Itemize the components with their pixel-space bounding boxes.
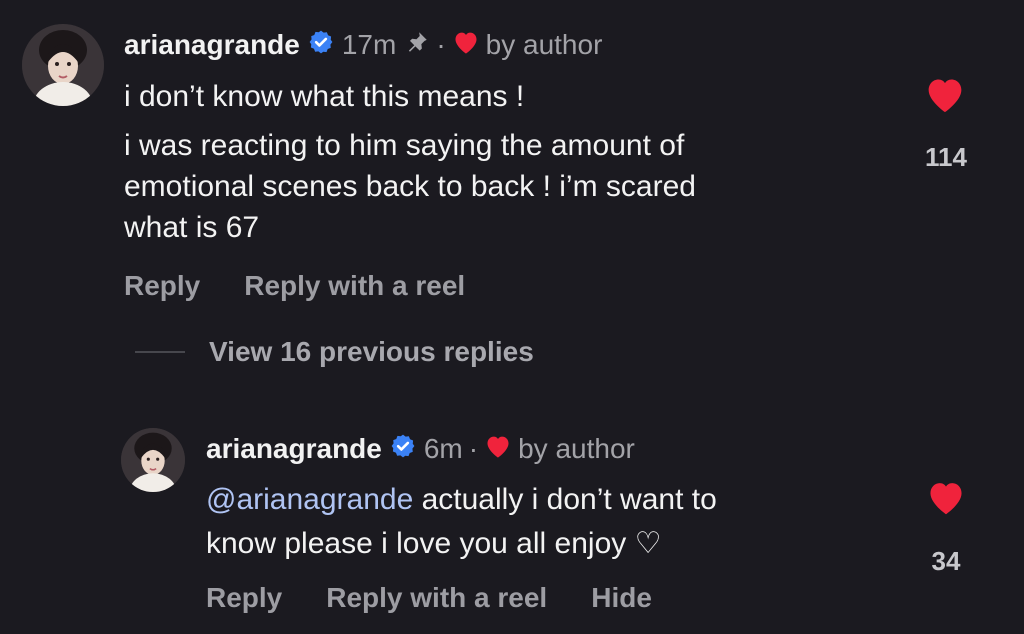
like-count: 34	[931, 546, 961, 576]
comment-actions: Reply Reply with a reel	[124, 270, 465, 302]
comment-body: i don’t know what this means ! i was rea…	[124, 76, 696, 248]
mention-link[interactable]: @arianagrande	[206, 483, 413, 516]
like-heart-icon[interactable]	[922, 74, 968, 119]
heart-icon	[452, 29, 480, 62]
comment-line: i was reacting to him saying the amount …	[124, 129, 685, 162]
reply-button[interactable]: Reply	[206, 582, 282, 614]
author-label: by author	[518, 433, 635, 464]
reply-with-reel-button[interactable]: Reply with a reel	[244, 270, 465, 302]
view-replies-label: View 16 previous replies	[209, 336, 534, 367]
reply-text: actually i don’t want to	[413, 483, 717, 516]
comment-time: 17m	[341, 29, 397, 60]
comment-line: i don’t know what this means !	[124, 80, 525, 113]
reply-body: @arianagrande actually i don’t want to k…	[206, 478, 717, 566]
comment-header: arianagrande 17m · by author	[124, 26, 602, 64]
verified-badge-icon	[390, 433, 416, 466]
like-heart-icon[interactable]	[924, 478, 968, 521]
divider-line	[135, 351, 185, 353]
avatar-image	[121, 428, 185, 492]
username[interactable]: arianagrande	[206, 433, 382, 465]
username[interactable]: arianagrande	[124, 29, 300, 61]
verified-badge-icon	[308, 29, 334, 62]
separator-dot: ·	[436, 29, 446, 60]
comment-line: emotional scenes back to back ! i’m scar…	[124, 170, 696, 203]
reply-time: 6m	[423, 433, 463, 464]
view-previous-replies[interactable]: View 16 previous replies	[135, 336, 534, 368]
pin-icon	[404, 29, 430, 62]
like-count: 114	[925, 142, 967, 172]
reply-line: @arianagrande actually i don’t want to	[206, 478, 717, 522]
reply-with-reel-button[interactable]: Reply with a reel	[326, 582, 547, 614]
reply-button[interactable]: Reply	[124, 270, 200, 302]
comment-line: what is 67	[124, 211, 260, 244]
reply-actions: Reply Reply with a reel Hide	[206, 582, 652, 614]
hide-button[interactable]: Hide	[591, 582, 652, 614]
heart-icon	[484, 433, 512, 466]
avatar[interactable]	[121, 428, 185, 492]
reply-header: arianagrande 6m · by author	[206, 430, 635, 468]
author-label: by author	[485, 29, 603, 60]
separator-dot: ·	[468, 433, 479, 464]
avatar[interactable]	[22, 24, 104, 106]
avatar-image	[22, 24, 104, 106]
reply-line: know please i love you all enjoy ♡	[206, 527, 662, 560]
